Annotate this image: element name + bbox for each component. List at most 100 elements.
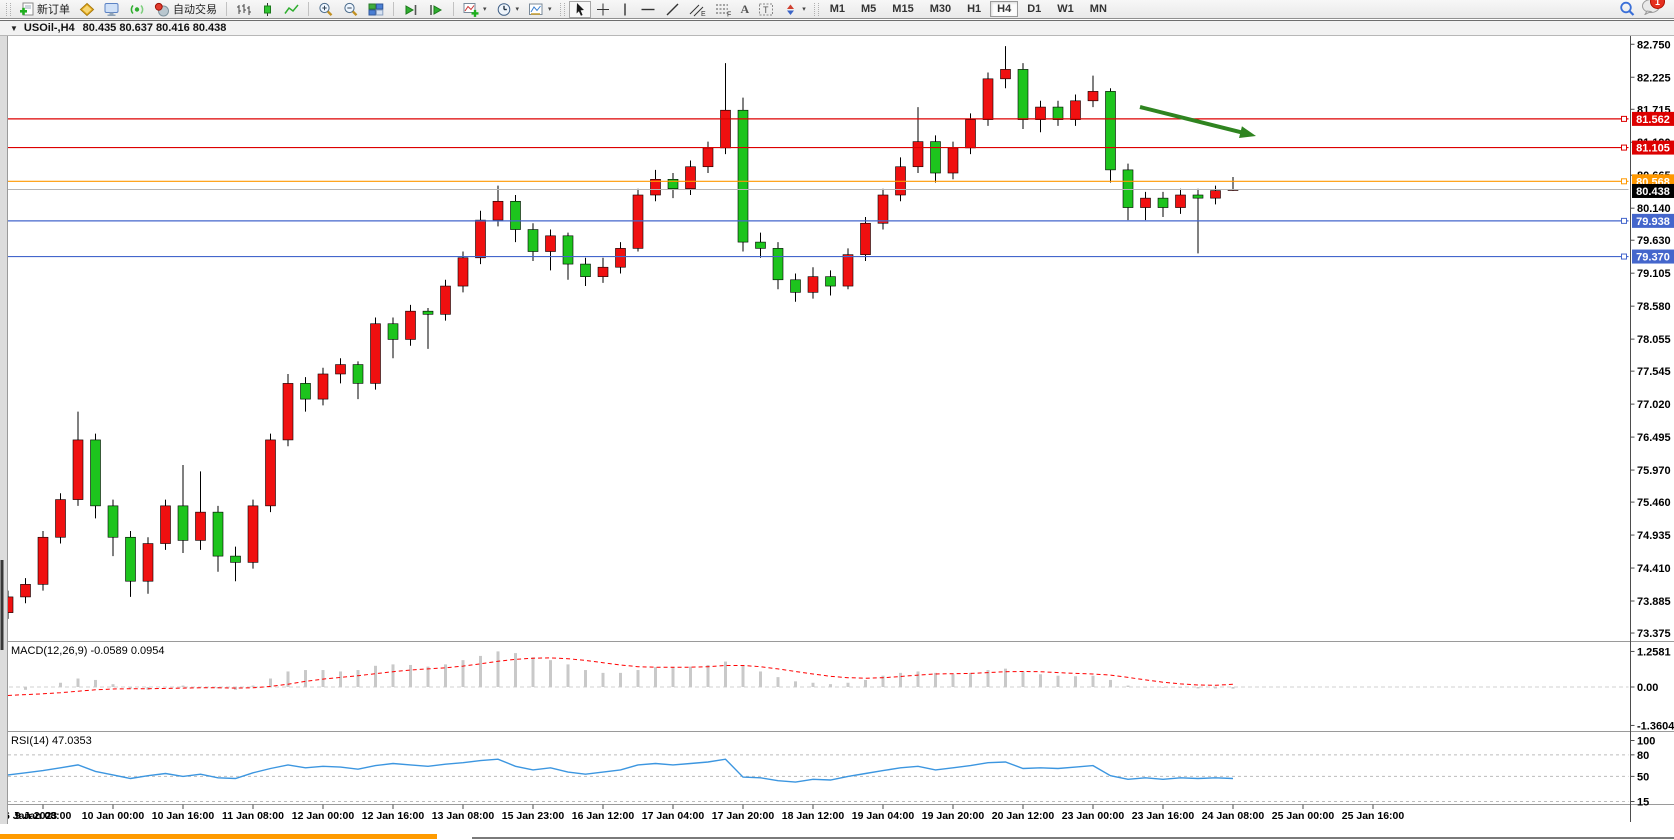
- zoom-out-button[interactable]: [339, 1, 363, 18]
- time-tick-label: 23 Jan 16:00: [1132, 810, 1195, 822]
- auto-trading-icon: [154, 2, 170, 17]
- new-order-icon: [19, 2, 34, 17]
- equidistant-channel-button[interactable]: E: [685, 1, 710, 18]
- arrows-icon: [783, 2, 798, 17]
- rsi-axis-label: 15: [1637, 797, 1649, 809]
- time-tick-label: 24 Jan 08:00: [1202, 810, 1265, 822]
- arrows-button[interactable]: ▾: [779, 1, 810, 18]
- price-tick-label: 74.410: [1637, 563, 1671, 575]
- price-tick-label: 78.055: [1637, 334, 1671, 346]
- horizontal-line-icon: [640, 2, 656, 17]
- timeframe-toolbar: M1M5M15M30H1H4D1W1MN: [823, 1, 1114, 17]
- toolbar-grip[interactable]: [6, 3, 11, 16]
- main-toolbar: 新订单 自动交易: [0, 0, 1674, 19]
- trendline-button[interactable]: [661, 1, 684, 18]
- timeframe-button-M5[interactable]: M5: [854, 1, 883, 17]
- toolbar-separator: [308, 2, 309, 16]
- price-tick-label: 74.935: [1637, 530, 1671, 542]
- trend-arrow[interactable]: [1140, 107, 1256, 138]
- gold-diamond-button[interactable]: [75, 1, 99, 18]
- line-handle[interactable]: [1622, 145, 1627, 150]
- time-tick-label: 10 Jan 00:00: [82, 810, 145, 822]
- timeframe-button-H1[interactable]: H1: [960, 1, 988, 17]
- vertical-line-icon: [619, 2, 631, 17]
- line-chart-button[interactable]: [280, 1, 303, 18]
- clock-icon: [496, 2, 512, 17]
- candlestick-icon: [260, 2, 275, 17]
- toolbar-grip[interactable]: [814, 3, 819, 16]
- current-price-badge: 80.438: [1632, 184, 1674, 198]
- time-tick-label: 25 Jan 16:00: [1342, 810, 1405, 822]
- cursor-button[interactable]: [569, 1, 591, 18]
- time-tick-label: 12 Jan 00:00: [292, 810, 355, 822]
- fibonacci-button[interactable]: F: [711, 1, 736, 18]
- price-tick-label: 80.140: [1637, 203, 1671, 215]
- text-label-button[interactable]: T: [754, 1, 778, 18]
- timeframe-button-W1[interactable]: W1: [1050, 1, 1081, 17]
- line-handle[interactable]: [1622, 218, 1627, 223]
- periods-button[interactable]: ▾: [492, 1, 524, 18]
- chart-canvas[interactable]: 82.75082.22581.71581.19080.66580.14079.6…: [0, 36, 1674, 824]
- timeframe-button-M30[interactable]: M30: [923, 1, 958, 17]
- svg-text:T: T: [763, 5, 769, 15]
- dropdown-caret: ▾: [516, 5, 520, 13]
- chart-shift-button[interactable]: [424, 1, 448, 18]
- chart-menu-caret[interactable]: ▼: [10, 24, 18, 33]
- notifications-button[interactable]: 1: [1641, 0, 1661, 20]
- bar-chart-button[interactable]: [232, 1, 255, 18]
- candlesticks: [3, 46, 1238, 619]
- timeframe-button-D1[interactable]: D1: [1020, 1, 1048, 17]
- candlestick-chart-button[interactable]: [256, 1, 279, 18]
- timeframe-button-H4[interactable]: H4: [990, 1, 1018, 17]
- text-label-icon: T: [758, 2, 774, 17]
- macd-axis-label: -1.3604: [1637, 720, 1674, 732]
- timeframe-button-M1[interactable]: M1: [823, 1, 852, 17]
- indicators-icon: [463, 2, 479, 17]
- terminal-button[interactable]: [100, 1, 124, 18]
- search-button[interactable]: [1615, 1, 1640, 18]
- time-axis[interactable]: 6 Jan 20239 Jan 08:0010 Jan 00:0010 Jan …: [4, 805, 1404, 823]
- zoom-in-button[interactable]: [314, 1, 338, 18]
- rsi-axis-label: 50: [1637, 771, 1649, 783]
- macd-histogram: [26, 651, 1234, 689]
- price-tick-label: 77.545: [1637, 366, 1671, 378]
- svg-text:81.105: 81.105: [1636, 143, 1670, 155]
- time-tick-label: 25 Jan 00:00: [1272, 810, 1335, 822]
- time-tick-label: 16 Jan 12:00: [572, 810, 635, 822]
- timeframe-button-MN[interactable]: MN: [1083, 1, 1114, 17]
- line-handle[interactable]: [1622, 179, 1627, 184]
- zoom-out-icon: [343, 2, 359, 17]
- chart-symbol-period: USOil-,H4: [24, 22, 75, 34]
- timeframe-button-M15[interactable]: M15: [885, 1, 920, 17]
- time-tick-label: 9 Jan 08:00: [15, 810, 72, 822]
- time-tick-label: 13 Jan 08:00: [432, 810, 495, 822]
- time-tick-label: 19 Jan 20:00: [922, 810, 985, 822]
- svg-text:79.370: 79.370: [1636, 252, 1670, 264]
- price-tick-label: 79.105: [1637, 268, 1671, 280]
- trendline-icon: [665, 2, 680, 17]
- line-handle[interactable]: [1622, 254, 1627, 259]
- line-handle[interactable]: [1622, 116, 1627, 121]
- templates-button[interactable]: ▾: [524, 1, 556, 18]
- toolbar-separator: [453, 2, 454, 16]
- auto-scroll-button[interactable]: [399, 1, 423, 18]
- new-order-button[interactable]: 新订单: [15, 1, 74, 18]
- templates-icon: [528, 2, 544, 17]
- toolbar-grip[interactable]: [560, 3, 565, 16]
- time-tick-label: 12 Jan 16:00: [362, 810, 425, 822]
- time-tick-label: 23 Jan 00:00: [1062, 810, 1125, 822]
- bar-chart-icon: [236, 2, 251, 17]
- svg-text:80.438: 80.438: [1636, 186, 1670, 198]
- horizontal-line-button[interactable]: [636, 1, 660, 18]
- tile-windows-icon: [368, 2, 384, 17]
- vertical-line-button[interactable]: [615, 1, 635, 18]
- indicators-button[interactable]: ▾: [459, 1, 491, 18]
- tile-windows-button[interactable]: [364, 1, 388, 18]
- price-tick-label: 79.630: [1637, 235, 1671, 247]
- time-tick-label: 10 Jan 16:00: [152, 810, 215, 822]
- signals-button[interactable]: [125, 1, 149, 18]
- fibonacci-icon: F: [715, 2, 732, 17]
- text-button[interactable]: A: [737, 1, 754, 18]
- auto-trading-button[interactable]: 自动交易: [150, 1, 221, 18]
- crosshair-button[interactable]: [592, 1, 614, 18]
